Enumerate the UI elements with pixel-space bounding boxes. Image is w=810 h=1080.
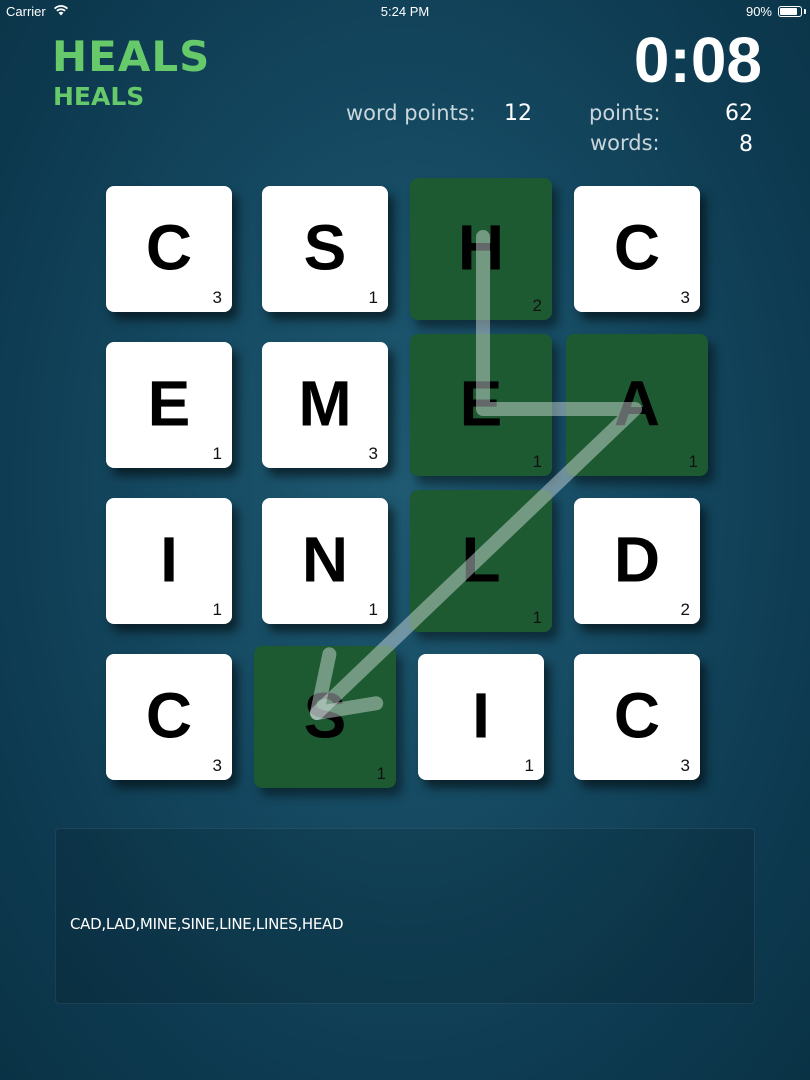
tile-letter: C (145, 679, 193, 752)
tile-score: 3 (212, 288, 222, 307)
letter-tile-h[interactable]: H2 (410, 178, 552, 320)
tile-letter: C (613, 211, 661, 284)
letter-tile-s[interactable]: S1 (254, 646, 396, 788)
letter-tile-a[interactable]: A1 (566, 334, 708, 476)
tile-score: 1 (212, 600, 222, 619)
tile-letter: E (147, 367, 191, 440)
tile-score: 3 (212, 756, 222, 775)
letter-tile-d[interactable]: D2 (574, 498, 700, 624)
tile-score: 1 (688, 452, 698, 471)
tile-score: 1 (524, 756, 534, 775)
tile-letter: I (472, 679, 490, 752)
tile-letter: H (457, 211, 505, 284)
tile-score: 1 (376, 764, 386, 783)
letter-board: C3S1H2C3E1M3E1A1I1N1L1D2C3S1I1C3 (0, 0, 810, 800)
tile-score: 2 (680, 600, 690, 619)
found-words-list: CAD,LAD,MINE,SINE,LINE,LINES,HEAD (70, 915, 344, 933)
letter-tile-e[interactable]: E1 (106, 342, 232, 468)
letter-tile-i[interactable]: I1 (106, 498, 232, 624)
tile-score: 1 (212, 444, 222, 463)
tile-letter: M (298, 367, 352, 440)
tile-score: 1 (368, 600, 378, 619)
letter-tile-l[interactable]: L1 (410, 490, 552, 632)
letter-tile-c[interactable]: C3 (106, 654, 232, 780)
tile-letter: E (459, 367, 503, 440)
tile-letter: I (160, 523, 178, 596)
tile-score: 3 (368, 444, 378, 463)
letter-tile-c[interactable]: C3 (574, 654, 700, 780)
tile-score: 1 (368, 288, 378, 307)
tile-score: 1 (532, 452, 542, 471)
letter-tile-m[interactable]: M3 (262, 342, 388, 468)
letter-tile-c[interactable]: C3 (574, 186, 700, 312)
tile-score: 3 (680, 756, 690, 775)
tile-letter: A (613, 367, 661, 440)
tile-score: 3 (680, 288, 690, 307)
letter-tile-n[interactable]: N1 (262, 498, 388, 624)
tile-letter: C (145, 211, 193, 284)
letter-tile-i[interactable]: I1 (418, 654, 544, 780)
tile-letter: C (613, 679, 661, 752)
letter-tile-e[interactable]: E1 (410, 334, 552, 476)
tile-letter: D (613, 523, 661, 596)
letter-tile-c[interactable]: C3 (106, 186, 232, 312)
tile-score: 1 (532, 608, 542, 627)
tile-score: 2 (532, 296, 542, 315)
letter-tile-s[interactable]: S1 (262, 186, 388, 312)
found-words-panel: CAD,LAD,MINE,SINE,LINE,LINES,HEAD (55, 828, 755, 1004)
tile-letter: S (303, 679, 347, 752)
tile-letter: N (301, 523, 349, 596)
tile-letter: L (461, 523, 501, 596)
tile-letter: S (303, 211, 347, 284)
